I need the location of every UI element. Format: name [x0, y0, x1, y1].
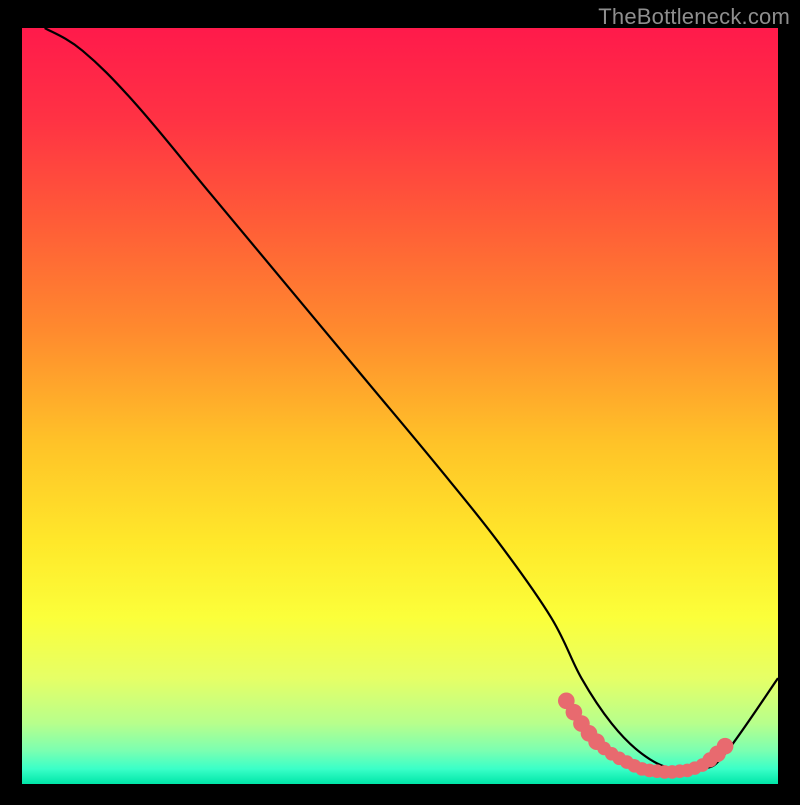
gradient-background — [22, 28, 778, 784]
attribution-text: TheBottleneck.com — [598, 4, 790, 30]
chart-stage: TheBottleneck.com — [0, 0, 800, 800]
optimal-dot — [717, 738, 734, 755]
bottleneck-chart — [0, 0, 800, 800]
